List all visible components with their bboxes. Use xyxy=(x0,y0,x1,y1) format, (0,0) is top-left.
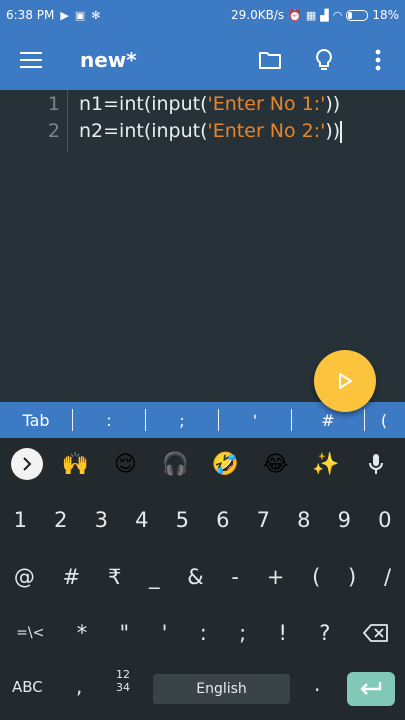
key-3[interactable]: 3 xyxy=(95,492,108,548)
text-cursor xyxy=(340,120,343,143)
divider xyxy=(364,409,365,431)
network-speed: 29.0KB/s xyxy=(231,8,285,22)
comma-key[interactable]: , xyxy=(76,674,82,698)
key-colon[interactable]: : xyxy=(200,605,207,661)
fan-icon: ✻ xyxy=(91,8,101,22)
lightbulb-icon xyxy=(316,48,332,70)
divider xyxy=(72,409,73,431)
key-question[interactable]: ? xyxy=(319,605,330,661)
mi-icon: ▦ xyxy=(305,8,317,22)
key-open-paren[interactable]: ( xyxy=(312,549,320,605)
divider xyxy=(145,409,146,431)
symbol-key-semicolon[interactable]: ; xyxy=(146,402,218,438)
key-0[interactable]: 0 xyxy=(378,492,391,548)
key-9[interactable]: 9 xyxy=(338,492,351,548)
key-minus[interactable]: - xyxy=(231,549,239,605)
soft-keyboard: 🙌 😌 🎧 🤣 😂 ✨ 1 2 3 4 5 6 7 8 9 0 @ # ₹ _ … xyxy=(0,438,405,720)
key-5[interactable]: 5 xyxy=(176,492,189,548)
key-ampersand[interactable]: & xyxy=(187,549,203,605)
emoji-key[interactable]: ✨ xyxy=(308,446,344,482)
emoji-key[interactable]: 🙌 xyxy=(57,446,93,482)
emoji-key[interactable]: 😂 xyxy=(258,446,294,482)
more-vert-icon xyxy=(375,49,381,71)
microphone-button[interactable] xyxy=(358,446,394,482)
battery-percent: 18% xyxy=(372,8,399,22)
key-hash[interactable]: # xyxy=(63,549,81,605)
key-underscore[interactable]: _ xyxy=(149,549,160,605)
idea-button[interactable] xyxy=(297,30,351,90)
key-6[interactable]: 6 xyxy=(216,492,229,548)
alarm-icon: ⏰ xyxy=(288,8,302,22)
key-single-quote[interactable]: ' xyxy=(162,605,168,661)
bottom-row: ABC , 12 34 English . xyxy=(0,662,405,718)
key-7[interactable]: 7 xyxy=(257,492,270,548)
key-2[interactable]: 2 xyxy=(54,492,67,548)
key-semicolon[interactable]: ; xyxy=(239,605,246,661)
folder-icon xyxy=(259,52,281,69)
number-row: 1 2 3 4 5 6 7 8 9 0 xyxy=(0,492,405,548)
hamburger-icon xyxy=(20,52,42,68)
abc-key[interactable]: ABC xyxy=(12,678,43,696)
more-options-button[interactable] xyxy=(351,30,405,90)
open-folder-button[interactable] xyxy=(243,30,297,90)
line-number: 2 xyxy=(47,120,60,142)
backspace-key[interactable] xyxy=(362,605,389,661)
line-number: 1 xyxy=(47,93,60,115)
emoji-key[interactable]: 😌 xyxy=(107,446,143,482)
symbol-key-tab[interactable]: Tab xyxy=(0,402,72,438)
app-bar: new* xyxy=(0,30,405,90)
emoji-key[interactable]: 🎧 xyxy=(157,446,193,482)
status-bar: 6:38 PM ▶ ▣ ✻ 29.0KB/s ⏰ ▦ ▟ ◠ 18% xyxy=(0,0,405,30)
file-title: new* xyxy=(80,48,137,72)
chevron-right-icon xyxy=(23,457,32,471)
key-slash[interactable]: / xyxy=(384,549,391,605)
gallery-icon: ▣ xyxy=(74,8,86,22)
symbol-row-1: @ # ₹ _ & - + ( ) / xyxy=(0,549,405,605)
divider xyxy=(218,409,219,431)
menu-button[interactable] xyxy=(0,30,62,90)
key-close-paren[interactable]: ) xyxy=(348,549,356,605)
key-asterisk[interactable]: * xyxy=(77,605,88,661)
symbol-row-2: =\< * " ' : ; ! ? xyxy=(0,605,405,661)
code-line[interactable]: n2=int(input('Enter No 2:')) xyxy=(79,118,343,144)
play-icon xyxy=(339,373,352,389)
key-rupee[interactable]: ₹ xyxy=(108,549,121,605)
enter-key[interactable] xyxy=(347,672,395,706)
expand-button[interactable] xyxy=(11,448,44,480)
symbol-key-paren[interactable]: ( xyxy=(365,402,403,438)
symbol-key-quote[interactable]: ' xyxy=(219,402,291,438)
divider xyxy=(291,409,292,431)
numpad-key[interactable]: 12 34 xyxy=(110,668,136,694)
key-exclamation[interactable]: ! xyxy=(279,605,287,661)
status-time: 6:38 PM xyxy=(6,8,55,22)
wifi-icon: ◠ xyxy=(332,8,343,22)
key-plus[interactable]: + xyxy=(267,549,285,605)
enter-icon xyxy=(360,682,382,695)
video-camera-icon: ▶ xyxy=(60,8,69,22)
backspace-icon xyxy=(362,624,388,642)
emoji-suggestion-row: 🙌 😌 🎧 🤣 😂 ✨ xyxy=(0,438,405,490)
key-8[interactable]: 8 xyxy=(297,492,310,548)
battery-icon xyxy=(346,9,369,21)
emoji-key[interactable]: 🤣 xyxy=(208,446,244,482)
code-line[interactable]: n1=int(input('Enter No 1:')) xyxy=(79,91,340,117)
key-more-symbols[interactable]: =\< xyxy=(16,605,44,661)
key-double-quote[interactable]: " xyxy=(120,605,130,661)
period-key[interactable]: . xyxy=(314,672,320,696)
signal-icon: ▟ xyxy=(320,8,329,22)
run-button[interactable] xyxy=(314,350,376,412)
key-at[interactable]: @ xyxy=(14,549,35,605)
key-4[interactable]: 4 xyxy=(135,492,148,548)
key-1[interactable]: 1 xyxy=(14,492,27,548)
microphone-icon xyxy=(368,454,383,474)
symbol-key-colon[interactable]: : xyxy=(73,402,145,438)
space-key[interactable]: English xyxy=(153,674,290,704)
